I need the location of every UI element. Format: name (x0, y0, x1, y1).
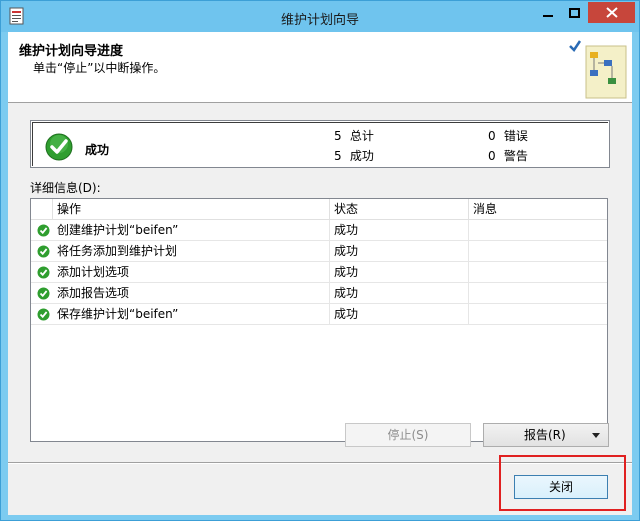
title-bar[interactable]: 维护计划向导 (1, 1, 639, 32)
warning-stat: 0 警告 (488, 147, 528, 164)
column-header-status[interactable]: 状态 (330, 199, 469, 219)
wizard-header: 维护计划向导进度 单击“停止”以中断操作。 (8, 32, 632, 103)
table-row[interactable]: 添加报告选项 成功 (31, 283, 607, 304)
details-grid[interactable]: 操作 状态 消息 创建维护计划“beifen” 成功 将任务添加到维护计划 成功… (30, 198, 608, 442)
page-subtitle: 单击“停止”以中断操作。 (33, 61, 166, 75)
wizard-flowchart-icon (569, 40, 627, 99)
error-count: 0 (488, 129, 496, 143)
cell-status: 成功 (330, 304, 469, 324)
grid-header: 操作 状态 消息 (31, 199, 607, 220)
cell-action: 创建维护计划“beifen” (53, 220, 330, 240)
minimize-icon (542, 14, 553, 17)
window-close-button[interactable] (588, 2, 635, 23)
cell-status: 成功 (330, 220, 469, 240)
cell-message (469, 304, 607, 324)
error-label: 错误 (503, 129, 528, 143)
cell-action: 保存维护计划“beifen” (53, 304, 330, 324)
cell-action: 将任务添加到维护计划 (53, 241, 330, 261)
maximize-icon (569, 7, 580, 18)
minimize-button[interactable] (534, 2, 561, 23)
wizard-body: 维护计划向导进度 单击“停止”以中断操作。 成功 5 总计 5 成功 0 错误 … (8, 32, 632, 515)
success-check-icon (45, 133, 73, 161)
cell-status: 成功 (330, 283, 469, 303)
table-row[interactable]: 保存维护计划“beifen” 成功 (31, 304, 607, 325)
total-stat: 5 总计 (334, 127, 374, 144)
maximize-button[interactable] (561, 2, 588, 23)
cell-status: 成功 (330, 262, 469, 282)
table-row[interactable]: 创建维护计划“beifen” 成功 (31, 220, 607, 241)
success-check-icon (37, 287, 50, 300)
stop-button[interactable]: 停止(S) (345, 423, 471, 447)
cell-message (469, 241, 607, 261)
total-label: 总计 (349, 129, 374, 143)
success-check-icon (37, 245, 50, 258)
report-dropdown-button[interactable]: 报告(R) (483, 423, 609, 447)
wizard-window: 维护计划向导 维护计划向导进度 单击“停止”以中断操作。 成功 5 总计 5 成… (0, 0, 640, 521)
report-button-label: 报告(R) (524, 428, 566, 442)
page-title: 维护计划向导进度 (19, 44, 124, 59)
table-row[interactable]: 将任务添加到维护计划 成功 (31, 241, 607, 262)
cell-action: 添加报告选项 (53, 283, 330, 303)
column-header-action[interactable]: 操作 (53, 199, 330, 219)
overall-status: 成功 (85, 143, 110, 157)
cell-action: 添加计划选项 (53, 262, 330, 282)
success-label: 成功 (349, 149, 374, 163)
cell-message (469, 283, 607, 303)
success-count: 5 (334, 149, 342, 163)
column-header-message[interactable]: 消息 (469, 199, 607, 219)
close-icon (605, 7, 618, 18)
error-stat: 0 错误 (488, 127, 528, 144)
total-count: 5 (334, 129, 342, 143)
summary-inner: 成功 5 总计 5 成功 0 错误 0 警告 (32, 122, 608, 166)
cell-message (469, 262, 607, 282)
summary-panel: 成功 5 总计 5 成功 0 错误 0 警告 (30, 120, 610, 168)
success-check-icon (37, 266, 50, 279)
warning-count: 0 (488, 149, 496, 163)
cell-status: 成功 (330, 241, 469, 261)
success-stat: 5 成功 (334, 147, 374, 164)
success-check-icon (37, 308, 50, 321)
highlight-box (499, 455, 626, 511)
success-check-icon (37, 224, 50, 237)
cell-message (469, 220, 607, 240)
details-label: 详细信息(D): (30, 181, 101, 195)
table-row[interactable]: 添加计划选项 成功 (31, 262, 607, 283)
grid-header-icon-col (31, 199, 53, 219)
warning-label: 警告 (503, 149, 528, 163)
dropdown-arrow-icon (592, 433, 600, 438)
